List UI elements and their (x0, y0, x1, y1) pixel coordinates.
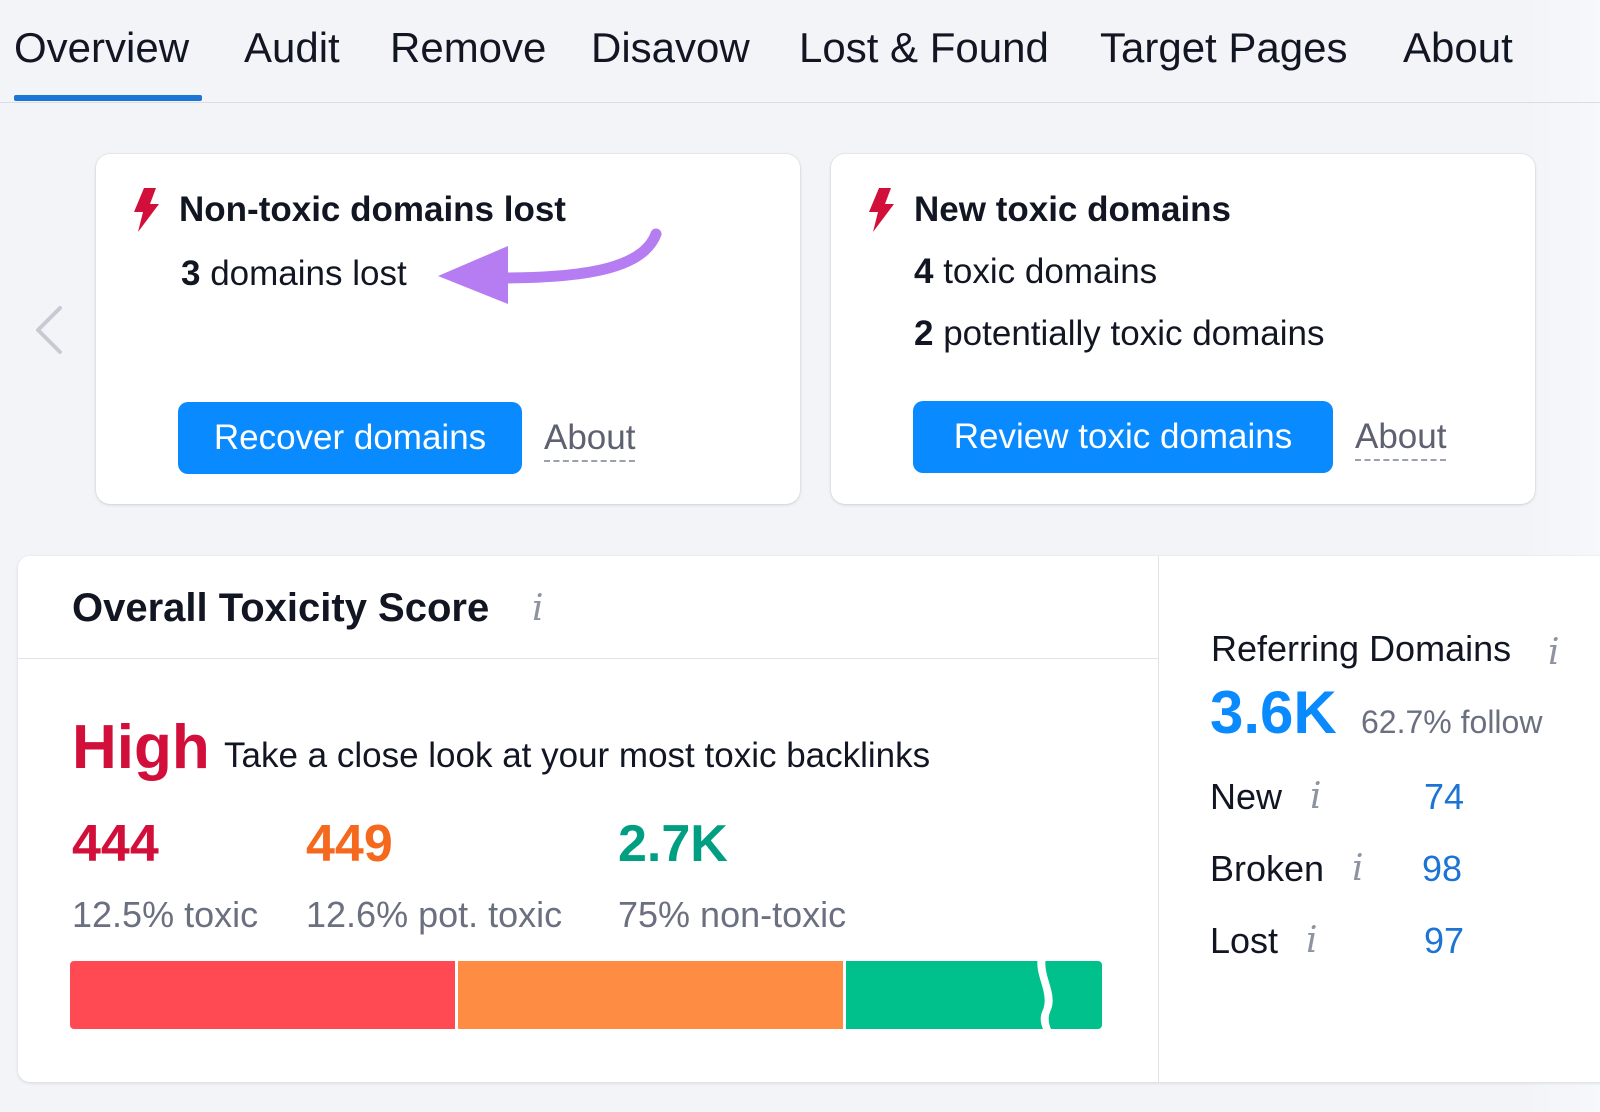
metric-text: toxic domains (943, 252, 1158, 291)
info-icon[interactable]: i (1352, 848, 1364, 889)
non-toxic-label: 75% non-toxic (618, 894, 847, 935)
card-metric-line: 2 potentially toxic domains (914, 314, 1325, 354)
info-icon[interactable]: i (1548, 632, 1560, 673)
card-title: New toxic domains (914, 190, 1232, 229)
card-title: Non-toxic domains lost (179, 190, 566, 229)
annotation-arrow (438, 228, 662, 304)
divider (18, 658, 1158, 659)
toxicity-description: Take a close look at your most toxic bac… (224, 736, 931, 775)
referring-domains-total[interactable]: 3.6K (1210, 678, 1337, 747)
referring-domains-title: Referring Domains (1211, 628, 1512, 669)
card-non-toxic-lost: Non-toxic domains lost 3 domains lost Re… (96, 154, 800, 504)
metric-text: domains lost (210, 254, 407, 293)
carousel-prev-button[interactable] (30, 302, 70, 358)
non-toxic-count[interactable]: 2.7K (618, 814, 728, 874)
scale-break-marker (1037, 952, 1056, 1038)
chevron-left-icon (36, 306, 62, 354)
follow-percentage: 62.7% follow (1361, 704, 1543, 740)
tab-overview[interactable]: Overview (14, 24, 189, 72)
toxic-label: 12.5% toxic (72, 894, 259, 935)
lost-label: Lost (1210, 920, 1279, 961)
toxicity-title: Overall Toxicity Score (72, 586, 490, 630)
recover-domains-button[interactable]: Recover domains (178, 402, 522, 474)
divider (1158, 556, 1159, 1082)
bar-segment-potentially-toxic (457, 961, 846, 1029)
metric-text: potentially toxic domains (943, 314, 1325, 353)
about-link[interactable]: About (1355, 417, 1447, 461)
tab-audit[interactable]: Audit (244, 24, 340, 72)
toxic-count[interactable]: 444 (72, 814, 159, 874)
tab-lost-and-found[interactable]: Lost & Found (799, 24, 1049, 72)
review-toxic-domains-button[interactable]: Review toxic domains (913, 401, 1333, 473)
metric-count: 2 (914, 314, 934, 353)
broken-label: Broken (1210, 848, 1325, 889)
lightning-bolt-icon (869, 188, 894, 232)
card-metric-line: 3 domains lost (181, 254, 407, 294)
new-label: New (1210, 776, 1283, 817)
new-count[interactable]: 74 (1424, 776, 1464, 818)
bar-segment-toxic (70, 961, 458, 1029)
info-icon[interactable]: i (1310, 776, 1322, 817)
card-new-toxic: New toxic domains 4 toxic domains 2 pote… (831, 154, 1535, 504)
metric-count: 4 (914, 252, 934, 291)
toxicity-level: High (72, 713, 210, 782)
about-link[interactable]: About (544, 418, 636, 462)
card-metric-line: 4 toxic domains (914, 252, 1157, 292)
pot-toxic-count[interactable]: 449 (306, 814, 393, 874)
lightning-bolt-icon (134, 188, 159, 232)
toxicity-panel: Overall Toxicity Score i High Take a clo… (18, 556, 1600, 1082)
pot-toxic-label: 12.6% pot. toxic (306, 894, 563, 935)
toxicity-bar (70, 961, 1102, 1029)
info-icon[interactable]: i (1306, 920, 1318, 961)
tab-remove[interactable]: Remove (390, 24, 546, 72)
tab-target-pages[interactable]: Target Pages (1100, 24, 1348, 72)
tab-bar: Overview Audit Remove Disavow Lost & Fou… (0, 0, 1600, 103)
metric-count: 3 (181, 254, 201, 293)
info-icon[interactable]: i (532, 588, 544, 629)
active-tab-indicator (14, 95, 202, 101)
lost-count[interactable]: 97 (1424, 920, 1464, 962)
tab-about[interactable]: About (1403, 24, 1513, 72)
broken-count[interactable]: 98 (1422, 848, 1462, 890)
tab-disavow[interactable]: Disavow (591, 24, 750, 72)
